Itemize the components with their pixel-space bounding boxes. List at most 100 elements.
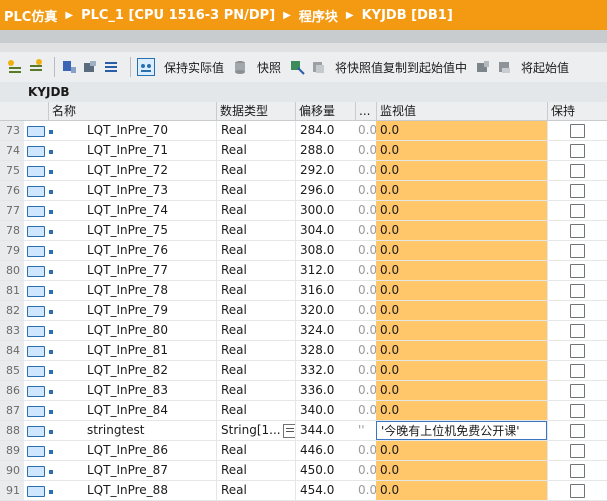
retain-checkbox-cell[interactable] [547,361,607,380]
collapse-icon[interactable] [82,59,98,75]
table-row[interactable]: 76 LQT_InPre_73 Real 296.0 0.0 0.0 [0,181,607,201]
header-monitor-value[interactable]: 监视值 [376,102,547,120]
list-icon[interactable] [103,59,119,75]
start-value[interactable]: 0.0 [355,321,376,340]
table-row[interactable]: 74 LQT_InPre_71 Real 288.0 0.0 0.0 [0,141,607,161]
retain-checkbox-cell[interactable] [547,221,607,240]
start-value[interactable]: 0.0 [355,121,376,140]
data-type[interactable]: Real [216,161,295,180]
header-name[interactable]: 名称 [48,102,216,120]
table-row[interactable]: 80 LQT_InPre_77 Real 312.0 0.0 0.0 [0,261,607,281]
tag-name[interactable]: LQT_InPre_81 [87,341,215,360]
retain-checkbox-cell[interactable] [547,201,607,220]
tag-name[interactable]: LQT_InPre_78 [87,281,215,300]
table-row[interactable]: 79 LQT_InPre_76 Real 308.0 0.0 0.0 [0,241,607,261]
monitor-value[interactable]: 0.0 [376,221,547,240]
data-type[interactable]: Real [216,301,295,320]
table-row[interactable]: 90 LQT_InPre_87 Real 450.0 0.0 0.0 [0,461,607,481]
start-value[interactable]: 0.0 [355,141,376,160]
monitor-value[interactable]: 0.0 [376,321,547,340]
start-value[interactable]: 0.0 [355,281,376,300]
tag-name[interactable]: LQT_InPre_75 [87,221,215,240]
start-value[interactable]: 0.0 [355,181,376,200]
tag-name[interactable]: LQT_InPre_84 [87,401,215,420]
data-type[interactable]: Real [216,481,295,500]
data-type[interactable]: Real [216,381,295,400]
tag-name[interactable]: LQT_InPre_87 [87,461,215,480]
table-row[interactable]: 77 LQT_InPre_74 Real 300.0 0.0 0.0 [0,201,607,221]
add-row-icon[interactable] [27,59,43,75]
retain-checkbox[interactable] [570,144,585,158]
snapshot-icon[interactable] [232,59,248,75]
breadcrumb-item-plc-sim[interactable]: PLC仿真 [4,6,57,25]
retain-checkbox-cell[interactable] [547,461,607,480]
header-type[interactable]: 数据类型 [216,102,295,120]
data-type[interactable]: Real [216,181,295,200]
table-row[interactable]: 81 LQT_InPre_78 Real 316.0 0.0 0.0 [0,281,607,301]
table-row[interactable]: 91 LQT_InPre_88 Real 454.0 0.0 0.0 [0,481,607,501]
monitor-value[interactable]: 0.0 [376,441,547,460]
retain-checkbox[interactable] [570,324,585,338]
start-value[interactable]: 0.0 [355,241,376,260]
data-type[interactable]: Real [216,141,295,160]
monitor-value[interactable]: 0.0 [376,401,547,420]
monitor-value[interactable]: 0.0 [376,241,547,260]
retain-checkbox-cell[interactable] [547,121,607,140]
tag-name[interactable]: stringtest [87,421,215,440]
type-picker-icon[interactable] [282,423,295,438]
retain-checkbox-cell[interactable] [547,301,607,320]
copy-snapshot-icon[interactable] [310,59,326,75]
monitor-value[interactable]: 0.0 [376,121,547,140]
load-start-icon-1[interactable] [475,59,491,75]
retain-checkbox[interactable] [570,224,585,238]
retain-checkbox-cell[interactable] [547,181,607,200]
monitor-value[interactable]: 0.0 [376,361,547,380]
retain-checkbox-cell[interactable] [547,401,607,420]
retain-checkbox-cell[interactable] [547,241,607,260]
breadcrumb-item-blocks[interactable]: 程序块 [299,6,338,25]
snapshot-button[interactable]: 快照 [257,59,281,76]
retain-checkbox[interactable] [570,444,585,458]
retain-checkbox[interactable] [570,264,585,278]
tag-name[interactable]: LQT_InPre_86 [87,441,215,460]
retain-checkbox-cell[interactable] [547,441,607,460]
tag-name[interactable]: LQT_InPre_77 [87,261,215,280]
breadcrumb-item-db[interactable]: KYJDB [DB1] [362,8,453,23]
start-value[interactable]: 0.0 [355,381,376,400]
data-type[interactable]: Real [216,261,295,280]
retain-checkbox[interactable] [570,344,585,358]
retain-checkbox[interactable] [570,404,585,418]
data-type[interactable]: Real [216,281,295,300]
retain-checkbox-cell[interactable] [547,161,607,180]
table-row[interactable]: 82 LQT_InPre_79 Real 320.0 0.0 0.0 [0,301,607,321]
monitor-value[interactable]: 0.0 [376,341,547,360]
start-value[interactable]: 0.0 [355,481,376,500]
data-type[interactable]: Real [216,401,295,420]
monitor-value[interactable]: 0.0 [376,181,547,200]
tag-name[interactable]: LQT_InPre_83 [87,381,215,400]
start-value[interactable]: 0.0 [355,441,376,460]
retain-checkbox[interactable] [570,184,585,198]
start-value[interactable]: 0.0 [355,461,376,480]
monitor-value[interactable]: 0.0 [376,301,547,320]
table-row[interactable]: 75 LQT_InPre_72 Real 292.0 0.0 0.0 [0,161,607,181]
data-type[interactable]: Real [216,441,295,460]
retain-checkbox[interactable] [570,304,585,318]
data-type[interactable]: Real [216,341,295,360]
start-value[interactable]: 0.0 [355,261,376,280]
data-type[interactable]: Real [216,461,295,480]
monitor-value[interactable]: 0.0 [376,281,547,300]
monitor-value[interactable]: 0.0 [376,161,547,180]
retain-checkbox[interactable] [570,364,585,378]
start-value[interactable]: 0.0 [355,221,376,240]
retain-checkbox[interactable] [570,384,585,398]
header-retain[interactable]: 保持 [547,102,607,120]
tag-name[interactable]: LQT_InPre_88 [87,481,215,500]
tag-name[interactable]: LQT_InPre_74 [87,201,215,220]
tag-name[interactable]: LQT_InPre_76 [87,241,215,260]
data-type[interactable]: String[1... [216,421,295,440]
start-value[interactable]: 0.0 [355,401,376,420]
start-value[interactable]: 0.0 [355,201,376,220]
retain-checkbox[interactable] [570,284,585,298]
tag-name[interactable]: LQT_InPre_80 [87,321,215,340]
